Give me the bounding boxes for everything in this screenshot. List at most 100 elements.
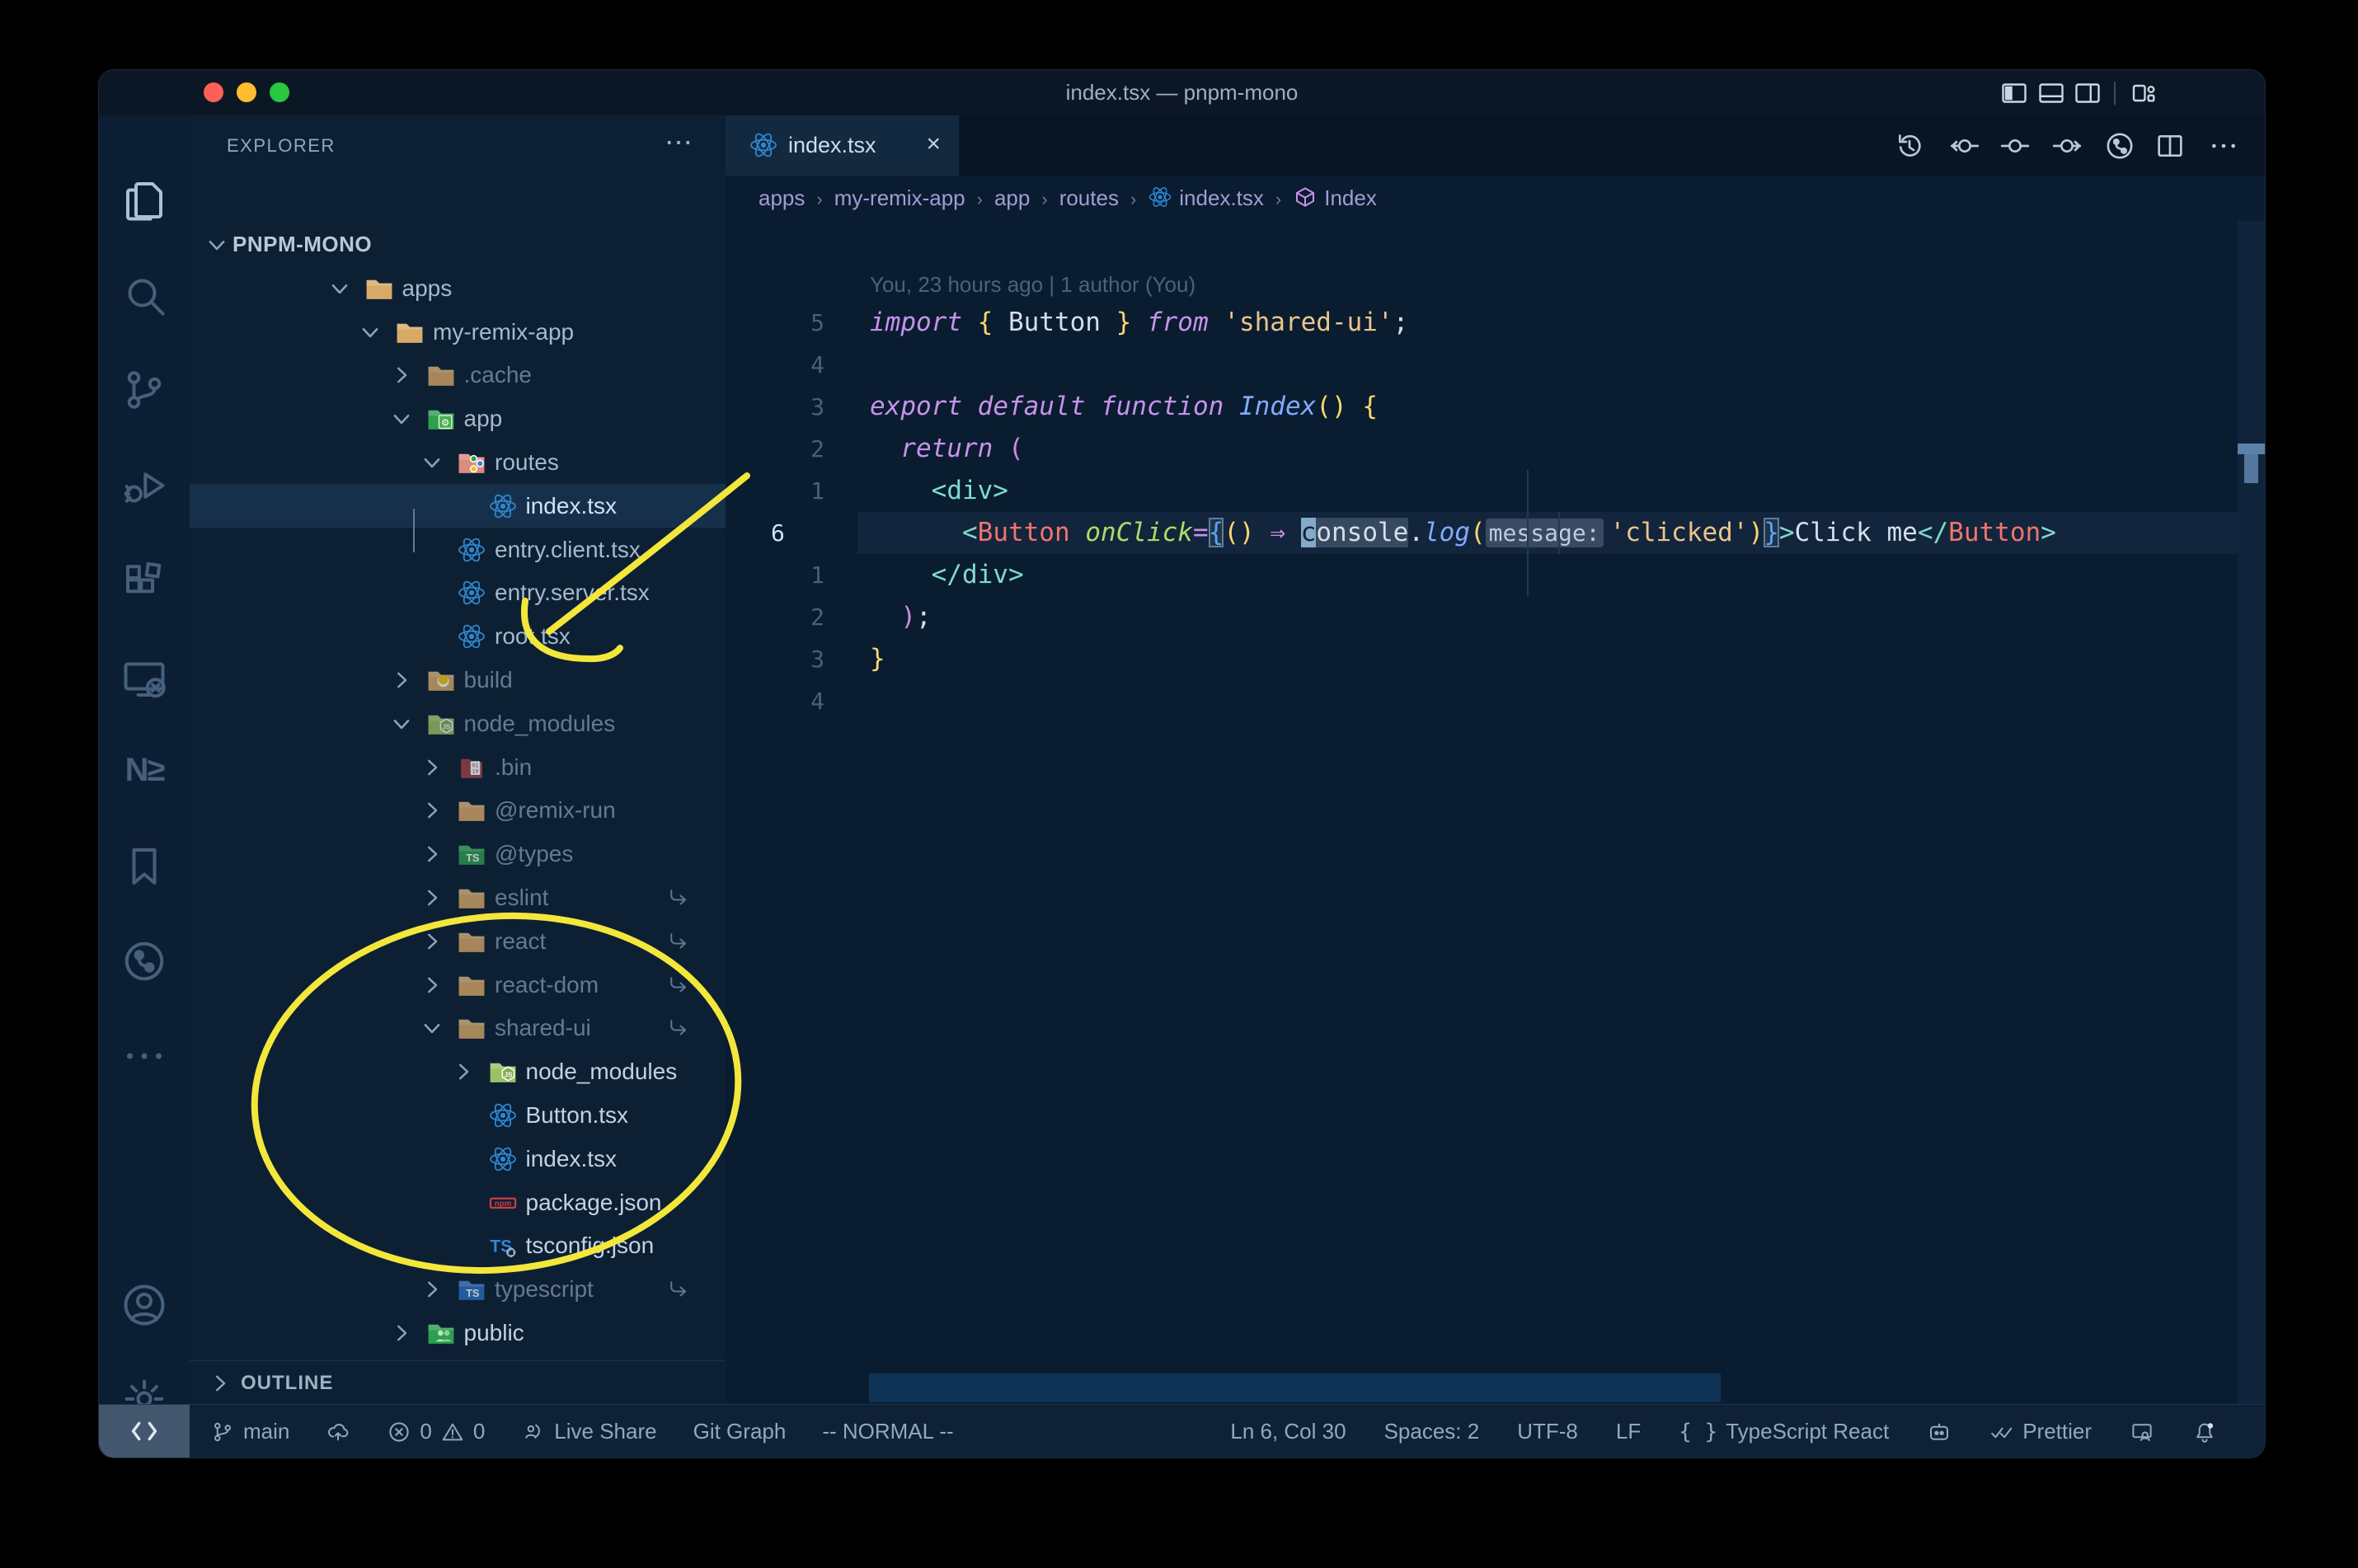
symlink-icon [666, 929, 691, 954]
activity-source-control-source-control-icon[interactable] [120, 365, 169, 415]
status-copilot[interactable] [1927, 1420, 1952, 1444]
status-encoding[interactable]: UTF-8 [1517, 1419, 1578, 1444]
tree-item-app[interactable]: ⚙ app [190, 397, 726, 440]
status-git-graph[interactable]: Git Graph [693, 1419, 787, 1444]
activity-gitlens-gitlens-icon[interactable] [120, 937, 169, 986]
toggle-panel-icon[interactable] [2036, 78, 2066, 108]
tree-item--remix-run[interactable]: @remix-run [190, 788, 726, 832]
toggle-secondary-sidebar-icon[interactable] [2073, 78, 2102, 108]
code-line-7[interactable]: </div> [870, 554, 1024, 596]
breadcrumb-index[interactable]: Index [1293, 176, 1377, 221]
tree-item-build[interactable]: build [190, 658, 726, 702]
status-live-share[interactable]: Live Share [521, 1419, 657, 1444]
remote-indicator[interactable] [99, 1405, 190, 1458]
code-token: <div> [931, 476, 1008, 505]
chevron-right-icon [389, 1321, 414, 1345]
status-publish[interactable] [326, 1420, 350, 1444]
tree-item-entry-client-tsx[interactable]: entry.client.tsx [190, 528, 726, 571]
status-eol[interactable]: LF [1616, 1419, 1641, 1444]
tree-item-apps[interactable]: apps [190, 266, 726, 310]
explorer-more-actions[interactable]: ⋯ [665, 115, 693, 176]
status-feedback[interactable] [2130, 1420, 2154, 1444]
tree-item-entry-server-tsx[interactable]: entry.server.tsx [190, 570, 726, 614]
tree-item-index-tsx[interactable]: index.tsx [190, 1137, 726, 1181]
next-change-icon[interactable] [2050, 129, 2083, 162]
code-token: ( [1224, 518, 1239, 547]
toggle-primary-sidebar-icon[interactable] [1999, 78, 2029, 108]
status-prettier[interactable]: Prettier [1989, 1419, 2092, 1444]
tree-item-tsconfig-json[interactable]: TS tsconfig.json [190, 1223, 726, 1267]
tree-item-node-modules[interactable]: JS node_modules [190, 702, 726, 745]
activity-more-views-ellipsis-icon[interactable] [120, 1031, 169, 1081]
code-line-8[interactable]: ); [870, 596, 931, 638]
tree-item--types[interactable]: TS @types [190, 832, 726, 876]
breadcrumb-app[interactable]: app [994, 176, 1030, 221]
status-label: UTF-8 [1517, 1419, 1578, 1444]
git-graph-icon[interactable] [2103, 129, 2136, 162]
tree-item-typescript[interactable]: TS typescript [190, 1267, 726, 1311]
tree-item-label: package.json [525, 1189, 662, 1215]
code-token: export [870, 392, 962, 421]
tree-item-pnpm-mono[interactable]: PNPM-MONO [190, 223, 726, 266]
close-tab-icon[interactable]: × [926, 115, 941, 176]
breadcrumb-apps[interactable]: apps [759, 176, 805, 221]
status-branch[interactable]: main [210, 1419, 289, 1444]
tree-item-routes[interactable]: routes [190, 440, 726, 484]
code-line-5[interactable]: <div> [870, 470, 1008, 512]
code-token: ( [1470, 518, 1486, 547]
activity-remote-explorer-remote-explorer-icon[interactable] [120, 654, 169, 703]
previous-change-icon[interactable] [1948, 129, 1981, 162]
more-actions-icon[interactable] [2207, 129, 2240, 162]
status-indentation[interactable]: Spaces: 2 [1384, 1419, 1480, 1444]
status-cursor-position[interactable]: Ln 6, Col 30 [1230, 1419, 1346, 1444]
status-label: Spaces: 2 [1383, 1419, 1480, 1444]
tree-item-index-tsx[interactable]: index.tsx [190, 483, 726, 528]
vertical-scrollbar[interactable] [2238, 221, 2265, 1404]
customize-layout-icon[interactable] [2129, 78, 2158, 108]
tree-item-my-remix-app[interactable]: my-remix-app [190, 310, 726, 354]
tree-item-shared-ui[interactable]: shared-ui [190, 1006, 726, 1049]
activity-bookmarks-bookmark-icon[interactable] [120, 842, 169, 891]
tree-item-react-dom[interactable]: react-dom [190, 963, 726, 1007]
tree-item-eslint[interactable]: eslint [190, 876, 726, 919]
tree-item-button-tsx[interactable]: Button.tsx [190, 1093, 726, 1137]
sidebar-section-outline[interactable]: OUTLINE [190, 1360, 726, 1405]
code-line-6[interactable]: <Button onClick={() ⇒ console.log(messag… [870, 512, 2056, 554]
svg-text:⚙: ⚙ [440, 419, 449, 429]
code-token: ) [900, 602, 916, 631]
history-icon[interactable] [1893, 129, 1926, 162]
status-vim-mode[interactable]: -- NORMAL -- [822, 1419, 953, 1444]
tree-item-package-json[interactable]: npm package.json [190, 1181, 726, 1224]
tree-item-label: @types [495, 841, 574, 867]
tree-item--bin[interactable]: 01 10 .bin [190, 745, 726, 789]
status-problems[interactable]: 00 [387, 1419, 485, 1444]
breadcrumb-routes[interactable]: routes [1059, 176, 1119, 221]
compare-change-icon[interactable] [1999, 129, 2032, 162]
tree-item--cache[interactable]: .cache [190, 353, 726, 397]
breadcrumb-index-tsx[interactable]: index.tsx [1148, 176, 1264, 221]
activity-nx-console-nx-console-icon[interactable]: N≥ [120, 745, 169, 795]
breadcrumb-my-remix-app[interactable]: my-remix-app [834, 176, 965, 221]
tree-item-node-modules[interactable]: JS node_modules [190, 1049, 726, 1093]
account-icon[interactable] [120, 1280, 169, 1330]
status-notifications[interactable] [2192, 1420, 2217, 1444]
code-line-1[interactable]: import { Button } from 'shared-ui'; [870, 302, 1408, 344]
tree-item-label: entry.server.tsx [495, 580, 650, 606]
folder-green-gear-icon: ⚙ [426, 404, 456, 434]
split-editor-icon[interactable] [2154, 129, 2187, 162]
symbol-cube-icon [1293, 180, 1318, 207]
horizontal-scrollbar[interactable] [869, 1373, 1721, 1402]
tree-item-public[interactable]: public [190, 1311, 726, 1354]
code-line-9[interactable]: } [870, 638, 885, 680]
tab-index-tsx[interactable]: index.tsx × [726, 115, 959, 176]
activity-extensions-extensions-icon[interactable] [120, 557, 169, 607]
activity-run-debug-debug-icon[interactable] [120, 461, 169, 510]
code-line-3[interactable]: export default function Index() { [870, 386, 1378, 428]
status-language-mode[interactable]: { } TypeScript React [1679, 1419, 1889, 1444]
tree-item-react[interactable]: react [190, 919, 726, 963]
activity-explorer-files-icon[interactable] [120, 176, 169, 225]
activity-search-search-icon[interactable] [120, 270, 169, 320]
code-line-4[interactable]: return ( [870, 428, 1023, 470]
tree-item-root-tsx[interactable]: root.tsx [190, 614, 726, 658]
